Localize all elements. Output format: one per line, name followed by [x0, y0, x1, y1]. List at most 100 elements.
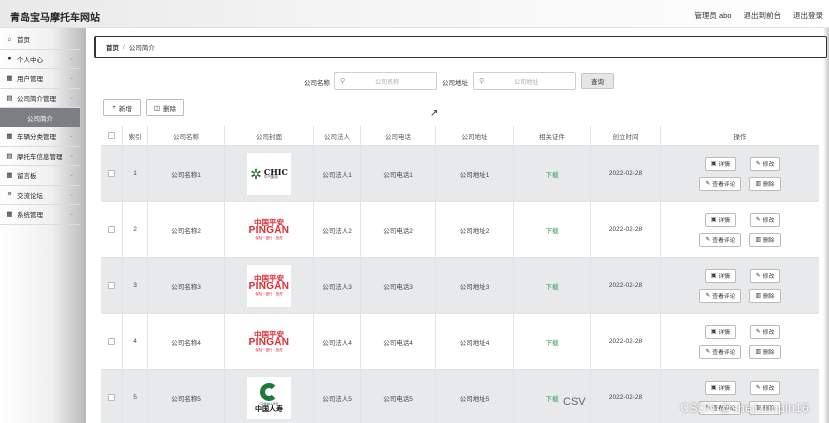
delete-button-label: 删除 [762, 182, 775, 188]
sidebar-item-9[interactable]: ▦ 系统管理 ⌄ [0, 205, 80, 225]
comment-icon: ✎ [705, 180, 711, 187]
sidebar-item-label: 公司简介管理 [17, 95, 56, 103]
detail-button[interactable]: ▣ 详情 [704, 324, 736, 339]
company-name-cell: 公司名称4 [148, 314, 225, 369]
sidebar-item-label: 系统管理 [17, 212, 43, 220]
edit-button[interactable]: ✎ 修改 [749, 324, 781, 339]
edit-button[interactable]: ✎ 修改 [749, 156, 781, 171]
company-name-cell: 公司名称1 [148, 146, 225, 201]
operations-cell: ▣ 详情 ✎ 修改 ✎ 查看评论 ▥ 删除 [661, 314, 819, 369]
view-comments-button[interactable]: ✎ 查看评论 [699, 344, 742, 359]
logo-subtext: 华汽集团 [263, 174, 278, 179]
column-header-label: 公司电话 [385, 133, 411, 141]
view-comments-button[interactable]: ✎ 查看评论 [699, 176, 742, 191]
founded-date-cell: 2022-02-28 [591, 258, 661, 313]
index-cell: 3 [123, 258, 148, 313]
download-link[interactable]: 下载 [546, 281, 559, 291]
pingan-logo-image: 中国平安 PINGAN 保险 · 银行 · 投资 [247, 320, 291, 363]
chevron-down-icon: ⌄ [68, 172, 74, 178]
company-name-input[interactable]: ⚲ 公司名称 [334, 72, 437, 90]
sidebar-subitem-company-intro[interactable]: 公司简介 [0, 108, 80, 127]
edit-button[interactable]: ✎ 修改 [749, 268, 781, 283]
add-button[interactable]: + 新增 [103, 99, 141, 116]
phone-cell: 公司电话1 [361, 146, 436, 201]
row-checkbox[interactable] [108, 170, 115, 177]
detail-button[interactable]: ▣ 详情 [704, 212, 736, 227]
download-link[interactable]: 下载 [546, 393, 559, 403]
pingan-logo-image: 中国平安 PINGAN 保险 · 银行 · 投资 [247, 208, 291, 251]
detail-button-label: 详情 [718, 330, 730, 336]
sidebar-item-0[interactable]: ⌂ 首页 [0, 30, 80, 50]
column-header-label: 创立时间 [612, 133, 639, 141]
address-cell: 公司地址1 [436, 146, 514, 201]
delete-button[interactable]: ▥ 删除 [749, 232, 781, 247]
edit-button[interactable]: ✎ 修改 [749, 212, 781, 227]
delete-button-label: 删除 [762, 238, 775, 244]
detail-icon: ▣ [710, 160, 717, 167]
detail-button[interactable]: ▣ 详情 [704, 156, 736, 171]
chic-star-icon: ✲ [250, 165, 262, 182]
plus-icon: + [112, 104, 116, 111]
column-header-label: 公司法人 [324, 133, 350, 141]
table-row: 1 公司名称1 ✲ CHIC 华汽集团 公司法人1 公司电话1 公司地址1 下载 2022-02-… [101, 146, 819, 202]
founded-date-cell: 2022-02-28 [591, 370, 661, 423]
view-comments-button[interactable]: ✎ 查看评论 [699, 288, 742, 303]
download-link[interactable]: 下载 [546, 337, 559, 347]
chinalife-logo-image: CHINA LIFE 中国人寿 [247, 376, 291, 419]
founded-date-cell: 2022-02-28 [591, 314, 661, 369]
sidebar-item-7[interactable]: ▦ 留言板 ⌄ [0, 166, 80, 186]
view-comments-button[interactable]: ✎ 查看评论 [699, 232, 742, 247]
sidebar-item-6[interactable]: ▤ 摩托车信息管理 ⌄ [0, 147, 80, 166]
detail-button[interactable]: ▣ 详情 [704, 268, 736, 283]
company-address: 公司地址5 [459, 395, 490, 403]
legal-person: 公司法人4 [322, 339, 352, 347]
edit-button-label: 修改 [762, 162, 775, 168]
column-header-label: 公司封面 [256, 133, 282, 141]
download-link[interactable]: 下载 [546, 169, 559, 179]
row-index: 4 [133, 338, 137, 345]
row-checkbox[interactable] [108, 282, 115, 289]
breadcrumb-home[interactable]: 首页 [106, 42, 119, 52]
sidebar-item-label: 首页 [17, 37, 30, 45]
row-checkbox-cell [101, 370, 123, 423]
edit-button[interactable]: ✎ 修改 [749, 380, 781, 395]
exit-to-front-link[interactable]: 退出到前台 [744, 10, 782, 21]
sidebar-item-8[interactable]: ≡ 交流论坛 ⌄ [0, 186, 80, 205]
delete-button[interactable]: ▥ 删除 [749, 288, 781, 303]
delete-button[interactable]: ▥ 删除 [749, 176, 781, 191]
batch-delete-button[interactable]: ◫ 删除 [146, 99, 184, 116]
sidebar-item-5[interactable]: ▦ 车辆分类管理 ⌄ [0, 127, 80, 147]
founded-date: 2022-02-28 [608, 170, 643, 177]
company-name: 公司名称4 [171, 339, 201, 347]
logout-link[interactable]: 退出登录 [793, 10, 823, 21]
trash-icon: ▥ [755, 180, 761, 187]
sidebar-item-3[interactable]: ▤ 公司简介管理 ⌄ [0, 89, 80, 108]
company-address-input[interactable]: ⚲ 公司地址 [473, 72, 576, 90]
phone-cell: 公司电话4 [361, 314, 436, 369]
row-checkbox[interactable] [108, 226, 115, 233]
column-header-label: 索引 [128, 133, 142, 141]
detail-button[interactable]: ▣ 详情 [704, 380, 736, 395]
sidebar-item-label: 交流论坛 [17, 192, 43, 200]
edit-button-label: 修改 [762, 218, 775, 224]
comment-icon: ✎ [705, 348, 711, 355]
logo-subtext: 保险 · 银行 · 投资 [255, 347, 283, 352]
trash-icon: ▥ [755, 236, 761, 243]
column-header: 公司地址 [436, 126, 514, 145]
trash-icon: ▥ [755, 292, 761, 299]
doc-icon: ▤ [6, 94, 13, 102]
query-button[interactable]: 查询 [581, 73, 614, 89]
sidebar-item-label: 个人中心 [17, 56, 43, 64]
comment-icon: ✎ [705, 236, 711, 243]
edit-button-label: 修改 [762, 386, 775, 392]
select-all-checkbox[interactable] [108, 132, 115, 139]
delete-button[interactable]: ▥ 删除 [749, 344, 781, 359]
detail-icon: ▣ [710, 328, 717, 335]
sidebar-item-1[interactable]: ● 个人中心 ⌄ [0, 50, 80, 69]
row-checkbox[interactable] [108, 394, 115, 401]
download-link[interactable]: 下载 [546, 225, 559, 235]
table-row: 3 公司名称3 中国平安 PINGAN 保险 · 银行 · 投资 公司法人3 公司电话3 公司… [101, 258, 819, 314]
legal-person: 公司法人2 [322, 227, 352, 235]
row-checkbox[interactable] [108, 338, 115, 345]
column-header: 操作 [661, 126, 819, 145]
